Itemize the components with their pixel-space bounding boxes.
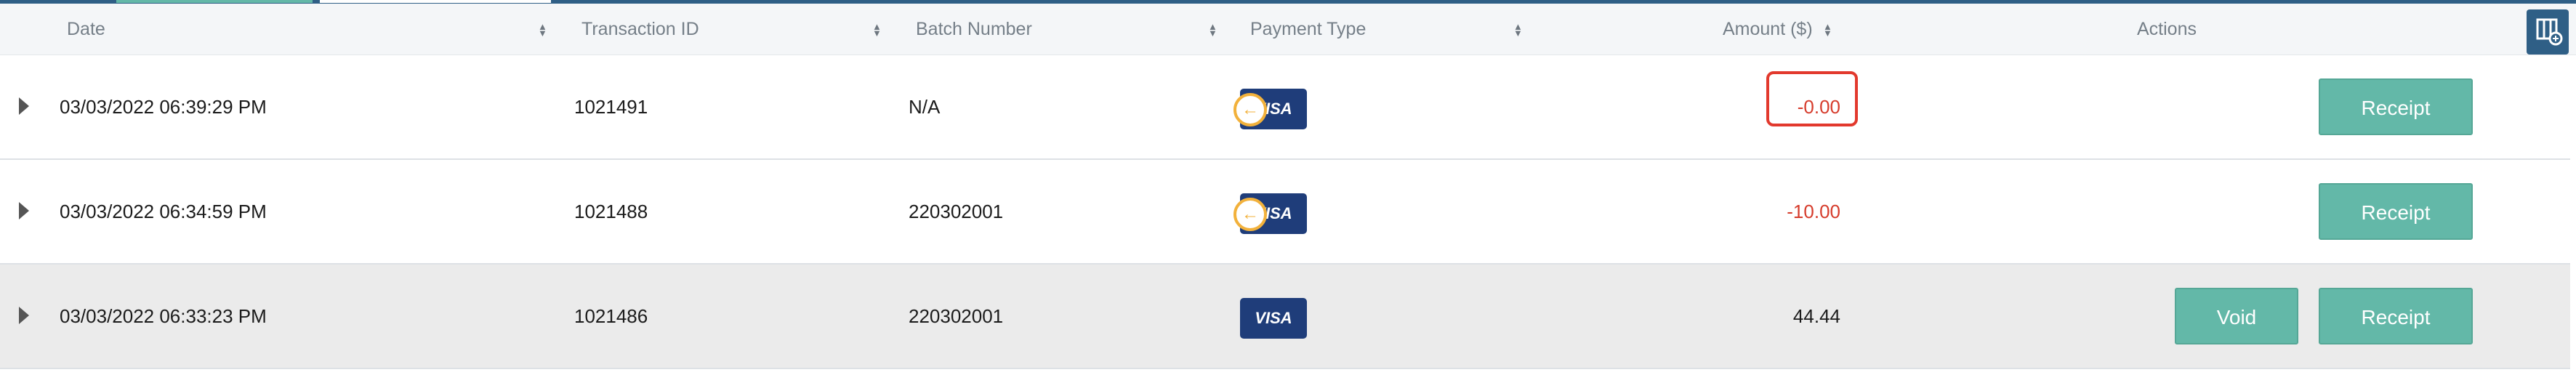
cell-batch-number: 220302001 [909,305,1004,327]
header-transaction-id[interactable]: Transaction ID [581,4,699,55]
cell-transaction-id: 1021486 [574,305,648,327]
visa-card-icon: ← VISA [1233,89,1307,129]
cell-amount: -0.00 [1797,96,1840,118]
header-date[interactable]: Date [67,4,105,55]
cell-amount: 44.44 [1792,305,1840,327]
cell-transaction-id: 1021491 [574,96,648,118]
cell-batch-number: N/A [909,96,941,118]
cell-date: 03/03/2022 06:33:23 PM [60,305,267,327]
cell-batch-number: 220302001 [909,201,1004,222]
table-header: Date ▲ ▼ Transaction ID ▲ ▼ Batch Number ▲… [0,4,2576,55]
sort-icon[interactable]: ▲ ▼ [1513,4,1523,55]
table-row: 03/03/2022 06:33:23 PM 1021486 220302001… [0,265,2570,369]
sort-icon[interactable]: ▲ ▼ [538,4,547,55]
expand-caret-icon[interactable] [19,307,29,324]
header-batch-number[interactable]: Batch Number [916,4,1032,55]
tab-indicator [320,0,551,3]
sort-icon[interactable]: ▲ ▼ [1823,4,1832,55]
cell-transaction-id: 1021488 [574,201,648,222]
table-row: 03/03/2022 06:39:29 PM 1021491 N/A ← VIS… [0,55,2570,160]
refund-arrow-icon: ← [1233,93,1267,126]
cell-date: 03/03/2022 06:34:59 PM [60,201,267,222]
visa-card-icon: ← VISA [1233,193,1307,234]
cell-amount: -10.00 [1787,201,1840,222]
expand-caret-icon[interactable] [19,202,29,219]
column-settings-button[interactable] [2527,9,2569,55]
receipt-button[interactable]: Receipt [2319,78,2473,135]
refund-arrow-icon: ← [1233,198,1267,231]
receipt-button[interactable]: Receipt [2319,183,2473,240]
header-actions: Actions [2137,19,2197,39]
expand-caret-icon[interactable] [19,97,29,115]
column-settings-icon [2536,18,2563,46]
table-row: 03/03/2022 06:34:59 PM 1021488 220302001… [0,160,2570,265]
sort-icon[interactable]: ▲ ▼ [1208,4,1217,55]
active-tab-indicator [116,0,313,3]
header-amount[interactable]: Amount ($) [1723,4,1813,55]
cell-date: 03/03/2022 06:39:29 PM [60,96,267,118]
visa-card-icon: VISA [1240,298,1307,339]
sort-icon[interactable]: ▲ ▼ [872,4,882,55]
receipt-button[interactable]: Receipt [2319,288,2473,344]
header-payment-type[interactable]: Payment Type [1250,4,1366,55]
void-button[interactable]: Void [2175,288,2298,344]
